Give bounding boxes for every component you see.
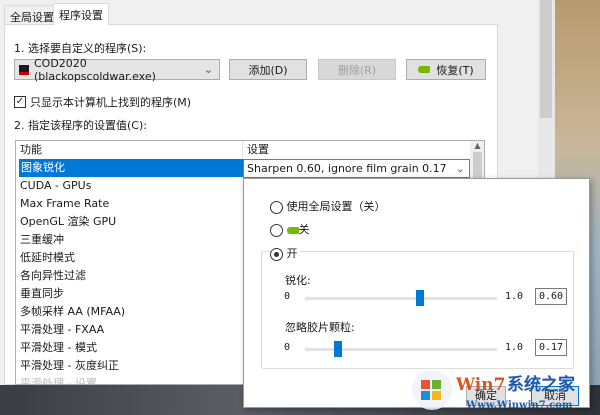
sharpen-value-input[interactable]: 0.60	[535, 288, 567, 305]
table-row[interactable]: 多帧采样 AA (MFAA)	[20, 303, 125, 321]
option-off[interactable]: 关	[270, 221, 310, 237]
restore-label: 恢复(T)	[436, 63, 474, 77]
option-label: 关	[298, 223, 310, 236]
option-on[interactable]: 开	[270, 245, 300, 261]
step2-label: 2. 指定该程序的设置值(C):	[14, 119, 147, 132]
sharpen-slider[interactable]	[305, 290, 497, 306]
sharpen-min: 0	[284, 291, 291, 302]
column-divider	[242, 141, 243, 158]
table-row[interactable]: 低延时模式	[20, 249, 75, 267]
table-row-selected[interactable]: 图象锐化	[19, 159, 243, 177]
watermark-logo: Win7 系统之家 Www.Winwin7.com	[410, 368, 590, 412]
radio-selected-icon[interactable]	[270, 247, 283, 261]
setting-value: Sharpen 0.60, ignore film grain 0.17	[247, 162, 447, 175]
table-row[interactable]: 各向异性过滤	[20, 267, 86, 285]
scroll-up-icon[interactable]: ▲	[470, 141, 484, 150]
table-row[interactable]: 平滑处理 - 模式	[20, 339, 97, 357]
table-row[interactable]: 三重缓冲	[20, 231, 64, 249]
table-row[interactable]: 平滑处理 - 灰度纠正	[20, 357, 119, 375]
grain-label: 忽略胶片颗粒:	[285, 321, 355, 334]
table-row[interactable]: Max Frame Rate	[20, 195, 109, 213]
table-row[interactable]: CUDA - GPUs	[20, 177, 91, 195]
svg-text:Win7: Win7	[455, 375, 505, 395]
tab-program-settings[interactable]: 程序设置	[53, 3, 109, 25]
nvidia-icon	[286, 226, 299, 234]
checkbox-checked-icon[interactable]: ✓	[14, 96, 26, 108]
option-label: 开	[286, 247, 298, 260]
step1-label: 1. 选择要自定义的程序(S):	[14, 42, 147, 55]
chevron-down-icon: ⌄	[455, 162, 465, 175]
windows-logo-icon: Win7 系统之家 Www.Winwin7.com	[412, 370, 575, 411]
radio-icon[interactable]	[270, 223, 283, 237]
grain-slider[interactable]	[305, 341, 497, 357]
table-row[interactable]: OpenGL 渲染 GPU	[20, 213, 116, 231]
show-only-checkbox[interactable]: ✓ 只显示本计算机上找到的程序(M)	[14, 94, 191, 110]
grain-value-input[interactable]: 0.17	[535, 339, 567, 356]
radio-icon[interactable]	[270, 200, 283, 214]
slider-thumb[interactable]	[416, 290, 425, 306]
grain-max: 1.0	[505, 342, 524, 353]
sharpen-group: 锐化: 0 1.0 0.60 忽略胶片颗粒: 0 1.0 0.17	[261, 251, 574, 369]
column-header-setting[interactable]: 设置	[247, 141, 269, 159]
sharpen-label: 锐化:	[285, 274, 311, 287]
scrollbar-thumb[interactable]	[540, 0, 552, 118]
game-icon	[19, 64, 29, 75]
chevron-down-icon: ⌄	[203, 63, 213, 76]
slider-thumb[interactable]	[333, 341, 342, 357]
option-label: 使用全局设置（关）	[286, 200, 386, 213]
svg-text:系统之家: 系统之家	[507, 374, 575, 395]
svg-text:Www.Winwin7.com: Www.Winwin7.com	[465, 400, 573, 411]
add-button[interactable]: 添加(D)	[229, 59, 307, 80]
restore-button[interactable]: 恢复(T)	[406, 59, 486, 80]
nvidia-icon	[418, 66, 431, 73]
table-row[interactable]: 平滑处理 - FXAA	[20, 321, 104, 339]
program-select[interactable]: COD2020 (blackopscoldwar.exe) ⌄	[14, 56, 220, 83]
table-row[interactable]: 垂直同步	[20, 285, 64, 303]
setting-value-dropdown[interactable]: Sharpen 0.60, ignore film grain 0.17 ⌄	[243, 159, 470, 178]
sharpen-max: 1.0	[505, 291, 524, 302]
option-use-global[interactable]: 使用全局设置（关）	[270, 198, 386, 214]
tab-global-settings[interactable]: 全局设置	[4, 5, 60, 24]
program-select-value: COD2020 (blackopscoldwar.exe)	[34, 56, 156, 83]
column-header-feature[interactable]: 功能	[20, 141, 42, 159]
show-only-label: 只显示本计算机上找到的程序(M)	[30, 96, 192, 109]
remove-button[interactable]: 删除(R)	[318, 59, 396, 80]
grain-min: 0	[284, 342, 291, 353]
table-row[interactable]: 平滑处理 - 设置	[20, 375, 97, 384]
